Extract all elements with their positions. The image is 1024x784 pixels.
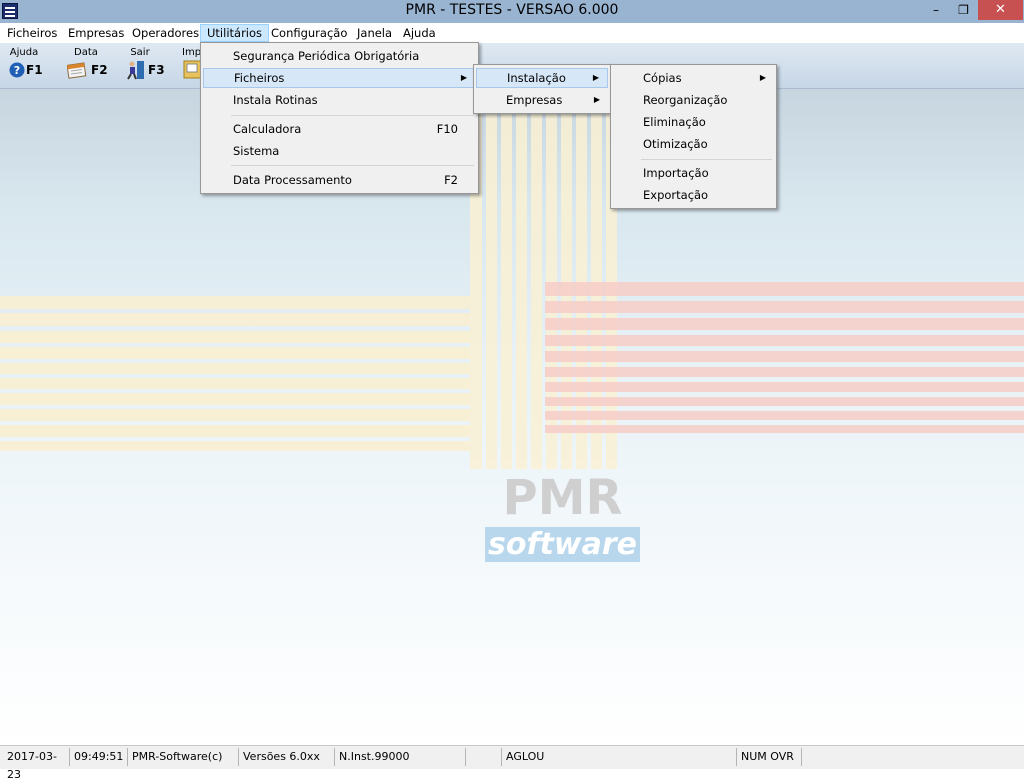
menu-operadores[interactable]: Operadores (126, 25, 205, 41)
submenu-arrow-icon: ▶ (592, 73, 599, 82)
close-button[interactable]: ✕ (978, 0, 1023, 20)
menu-item-sistema[interactable]: Sistema (203, 141, 476, 161)
printer-icon (183, 60, 201, 79)
background-stripes (0, 89, 1024, 469)
toolbar-date-key: F2 (91, 63, 108, 77)
menu-item-label: Instalação (507, 71, 566, 85)
menu-item-data-processamento[interactable]: Data Processamento F2 (203, 170, 476, 190)
menu-item-shortcut: F2 (444, 173, 458, 187)
menu-item-label: Data Processamento (233, 173, 352, 187)
menu-ficheiros[interactable]: Ficheiros (1, 25, 63, 41)
menu-item-reorganizacao[interactable]: Reorganização (613, 90, 774, 110)
status-company: PMR-Software(c) (128, 748, 239, 766)
menu-item-ficheiros[interactable]: Ficheiros ▶ (203, 68, 476, 88)
toolbar-date-label: Data (74, 47, 98, 58)
menu-utilitarios[interactable]: Utilitários (200, 24, 270, 42)
submenu-arrow-icon: ▶ (593, 95, 600, 104)
svg-text:?: ? (14, 64, 20, 77)
menu-separator (231, 165, 474, 166)
menu-item-seguranca[interactable]: Segurança Periódica Obrigatória (203, 46, 476, 66)
utilitarios-dropdown: Segurança Periódica Obrigatória Ficheiro… (200, 42, 479, 194)
menu-item-empresas[interactable]: Empresas ▶ (476, 90, 608, 110)
status-empty (466, 748, 502, 766)
menu-separator (231, 115, 474, 116)
menu-ajuda[interactable]: Ajuda (397, 25, 442, 41)
menu-item-eliminacao[interactable]: Eliminação (613, 112, 774, 132)
menu-item-copias[interactable]: Cópias ▶ (613, 68, 774, 88)
menu-item-label: Segurança Periódica Obrigatória (233, 49, 420, 63)
toolbar-print-button[interactable]: Impr (180, 47, 202, 85)
workspace: PMR software (0, 89, 1024, 744)
menu-item-exportacao[interactable]: Exportação (613, 185, 774, 205)
menu-item-label: Instala Rotinas (233, 93, 318, 107)
submenu-arrow-icon: ▶ (759, 73, 766, 82)
restore-button[interactable]: ❐ (950, 0, 977, 20)
menu-item-label: Empresas (506, 93, 563, 107)
status-version: Versões 6.0xx (239, 748, 335, 766)
menu-item-otimizacao[interactable]: Otimização (613, 134, 774, 154)
menu-item-label: Eliminação (643, 115, 706, 129)
menu-item-shortcut: F10 (436, 122, 458, 136)
menu-item-label: Calculadora (233, 122, 302, 136)
calendar-icon (67, 62, 87, 79)
menu-item-label: Exportação (643, 188, 709, 202)
status-user: AGLOU (502, 748, 737, 766)
status-install: N.Inst.99000 (335, 748, 466, 766)
menu-item-label: Ficheiros (234, 71, 285, 85)
toolbar-exit-key: F3 (148, 63, 165, 77)
submenu-arrow-icon: ▶ (460, 73, 467, 82)
pmr-software-logo: PMR software (485, 470, 640, 562)
status-date: 2017-03-23 (3, 748, 70, 781)
menu-item-label: Otimização (643, 137, 708, 151)
toolbar-help-label: Ajuda (9, 47, 39, 58)
menu-empresas[interactable]: Empresas (62, 25, 130, 41)
minimize-button[interactable]: – (922, 0, 950, 20)
status-bar: 2017-03-23 09:49:51 PMR-Software(c) Vers… (0, 745, 1024, 781)
menu-bar: Ficheiros Empresas Operadores Utilitário… (0, 23, 1024, 44)
status-keys: NUM OVR (737, 748, 802, 766)
menu-item-instalacao[interactable]: Instalação ▶ (476, 68, 608, 88)
exit-person-icon (127, 61, 144, 80)
menu-item-calculadora[interactable]: Calculadora F10 (203, 119, 476, 139)
menu-item-importacao[interactable]: Importação (613, 163, 774, 183)
window-title: PMR - TESTES - VERSAO 6.000 (405, 2, 619, 18)
menu-item-instala-rotinas[interactable]: Instala Rotinas (203, 90, 476, 110)
menu-item-label: Sistema (233, 144, 280, 158)
ficheiros-submenu: Instalação ▶ Empresas ▶ (473, 64, 611, 114)
toolbar-date-button[interactable]: Data F2 (64, 47, 114, 85)
menu-configuracao[interactable]: Configuração (265, 25, 353, 41)
toolbar-help-button[interactable]: Ajuda ? F1 (4, 47, 54, 85)
logo-pmr-text: PMR (502, 470, 623, 526)
logo-software-text: software (485, 527, 640, 562)
instalacao-submenu: Cópias ▶ Reorganização Eliminação Otimiz… (610, 64, 777, 209)
menu-item-label: Reorganização (643, 93, 728, 107)
toolbar-exit-label: Sair (130, 47, 150, 58)
toolbar-exit-button[interactable]: Sair F3 (124, 47, 174, 85)
menu-item-label: Cópias (643, 71, 682, 85)
menu-separator (641, 159, 772, 160)
toolbar-print-label: Impr (182, 47, 202, 58)
status-time: 09:49:51 (70, 748, 128, 766)
title-bar: PMR - TESTES - VERSAO 6.000 – ❐ ✕ (0, 0, 1024, 23)
menu-item-label: Importação (643, 166, 709, 180)
menu-janela[interactable]: Janela (351, 25, 398, 41)
help-icon: ? (9, 62, 25, 78)
toolbar-help-key: F1 (26, 63, 43, 77)
